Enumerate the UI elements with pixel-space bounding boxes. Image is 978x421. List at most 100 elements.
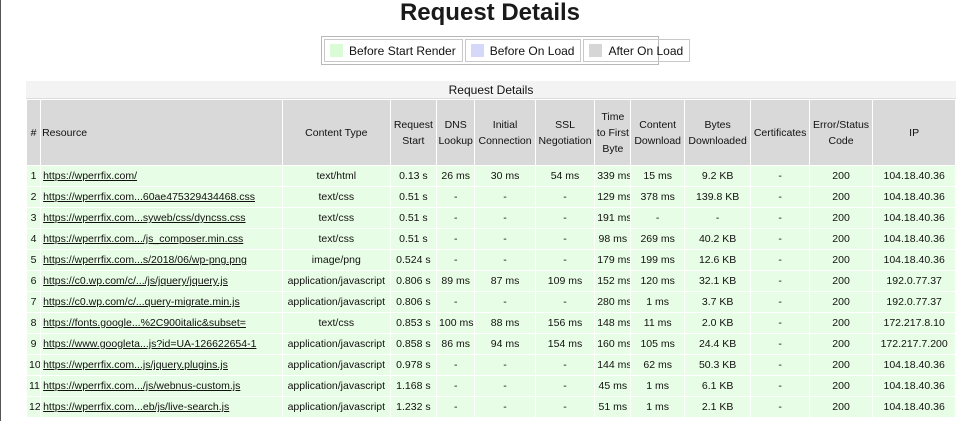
resource-link[interactable]: https://wperrfix.com...eb/js/live-search… — [43, 401, 229, 413]
cell-request-start: 0.806 s — [389, 291, 438, 313]
cell-dns-lookup: - — [436, 186, 476, 208]
resource-link[interactable]: https://wperrfix.com...syweb/css/dyncss.… — [43, 212, 245, 224]
cell-dns-lookup: - — [436, 396, 476, 418]
cell-dns-lookup: - — [436, 207, 476, 229]
cell-request-start: 0.51 s — [389, 228, 438, 250]
cell-num: 4 — [25, 228, 42, 250]
resource-link[interactable]: https://wperrfix.com...60ae475329434468.… — [43, 191, 255, 203]
resource-link[interactable]: https://wperrfix.com.../js_composer.min.… — [43, 233, 243, 245]
resource-link[interactable]: https://fonts.google...%2C900italic&subs… — [43, 317, 246, 329]
cell-resource: https://c0.wp.com/c/.../js/jquery/jquery… — [40, 270, 283, 292]
cell-request-start: 0.524 s — [389, 249, 438, 271]
cell-initial-connection: - — [474, 396, 536, 418]
cell-resource: https://wperrfix.com.../js_composer.min.… — [40, 228, 283, 250]
col-header-initial-connection: Initial Connection — [474, 99, 536, 166]
cell-dns-lookup: 100 ms — [436, 312, 476, 334]
cell-content-download: 378 ms — [630, 186, 685, 208]
cell-content-download: 269 ms — [630, 228, 685, 250]
legend: Before Start Render Before On Load After… — [321, 36, 691, 65]
cell-num: 11 — [25, 375, 42, 397]
resource-link[interactable]: https://c0.wp.com/c/...query-migrate.min… — [43, 296, 240, 308]
cell-content-type: text/css — [281, 186, 391, 208]
cell-certificates: - — [750, 228, 810, 250]
cell-ttfb: 152 ms — [594, 270, 632, 292]
cell-bytes-downloaded: 32.1 KB — [683, 270, 752, 292]
cell-certificates: - — [750, 333, 810, 355]
cell-num: 9 — [25, 333, 42, 355]
cell-ttfb: 98 ms — [594, 228, 632, 250]
cell-num: 1 — [25, 165, 42, 187]
cell-ttfb: 144 ms — [594, 354, 632, 376]
legend-swatch-after-on-load — [589, 44, 603, 57]
cell-ssl-negotiation: - — [534, 396, 596, 418]
cell-ip: 104.18.40.36 — [872, 249, 956, 271]
cell-bytes-downloaded: - — [683, 207, 752, 229]
col-header-resource: Resource — [40, 99, 283, 166]
cell-num: 10 — [25, 354, 42, 376]
table-row: 4 https://wperrfix.com.../js_composer.mi… — [25, 228, 956, 250]
cell-certificates: - — [750, 186, 810, 208]
cell-initial-connection: 87 ms — [474, 270, 536, 292]
cell-ttfb: 339 ms — [594, 165, 632, 187]
cell-bytes-downloaded: 2.0 KB — [683, 312, 752, 334]
cell-ttfb: 51 ms — [594, 396, 632, 418]
cell-status-code: 200 — [808, 228, 874, 250]
legend-label: After On Load — [608, 43, 684, 58]
cell-request-start: 0.51 s — [389, 186, 438, 208]
cell-status-code: 200 — [808, 249, 874, 271]
cell-status-code: 200 — [808, 312, 874, 334]
cell-num: 7 — [25, 291, 42, 313]
cell-request-start: 0.806 s — [389, 270, 438, 292]
resource-link[interactable]: https://wperrfix.com...s/2018/06/wp-png.… — [43, 254, 247, 266]
cell-bytes-downloaded: 24.4 KB — [683, 333, 752, 355]
resource-link[interactable]: https://wperrfix.com/ — [43, 170, 137, 182]
cell-ssl-negotiation: 156 ms — [534, 312, 596, 334]
cell-bytes-downloaded: 9.2 KB — [683, 165, 752, 187]
cell-dns-lookup: 86 ms — [436, 333, 476, 355]
cell-content-type: text/html — [281, 165, 391, 187]
cell-status-code: 200 — [808, 270, 874, 292]
cell-certificates: - — [750, 291, 810, 313]
table-row: 6 https://c0.wp.com/c/.../js/jquery/jque… — [25, 270, 956, 292]
cell-initial-connection: - — [474, 186, 536, 208]
cell-initial-connection: 88 ms — [474, 312, 536, 334]
cell-certificates: - — [750, 312, 810, 334]
cell-initial-connection: - — [474, 207, 536, 229]
resource-link[interactable]: https://c0.wp.com/c/.../js/jquery/jquery… — [43, 275, 228, 287]
resource-link[interactable]: https://www.googleta...js?id=UA-12662265… — [43, 338, 256, 350]
cell-num: 12 — [25, 396, 42, 418]
cell-request-start: 0.853 s — [389, 312, 438, 334]
cell-ssl-negotiation: 54 ms — [534, 165, 596, 187]
table-row: 11 https://wperrfix.com.../js/webnus-cus… — [25, 375, 956, 397]
legend-item-before-on-load: Before On Load — [464, 39, 582, 62]
resource-link[interactable]: https://wperrfix.com...js/jquery.plugins… — [43, 359, 228, 371]
cell-ip: 172.217.7.200 — [872, 333, 956, 355]
cell-ssl-negotiation: - — [534, 375, 596, 397]
cell-content-type: application/javascript — [281, 396, 391, 418]
cell-initial-connection: - — [474, 249, 536, 271]
cell-ttfb: 45 ms — [594, 375, 632, 397]
cell-ttfb: 160 ms — [594, 333, 632, 355]
cell-ip: 192.0.77.37 — [872, 270, 956, 292]
cell-dns-lookup: - — [436, 375, 476, 397]
cell-content-download: 199 ms — [630, 249, 685, 271]
cell-bytes-downloaded: 6.1 KB — [683, 375, 752, 397]
cell-ssl-negotiation: - — [534, 291, 596, 313]
cell-ssl-negotiation: - — [534, 354, 596, 376]
legend-item-after-on-load: After On Load — [583, 39, 691, 62]
cell-resource: https://wperrfix.com...js/jquery.plugins… — [40, 354, 283, 376]
cell-content-type: application/javascript — [281, 375, 391, 397]
cell-bytes-downloaded: 2.1 KB — [683, 396, 752, 418]
cell-certificates: - — [750, 249, 810, 271]
cell-bytes-downloaded: 3.7 KB — [683, 291, 752, 313]
cell-num: 6 — [25, 270, 42, 292]
resource-link[interactable]: https://wperrfix.com.../js/webnus-custom… — [43, 380, 240, 392]
cell-request-start: 1.232 s — [389, 396, 438, 418]
cell-num: 5 — [25, 249, 42, 271]
table-caption: Request Details — [26, 81, 956, 99]
col-header-ip: IP — [872, 99, 956, 166]
table-row: 2 https://wperrfix.com...60ae47532943446… — [25, 186, 956, 208]
table-row: 1 https://wperrfix.com/ text/html 0.13 s… — [25, 165, 956, 187]
col-header-ssl-negotiation: SSL Negotiation — [534, 99, 596, 166]
cell-ssl-negotiation: - — [534, 186, 596, 208]
